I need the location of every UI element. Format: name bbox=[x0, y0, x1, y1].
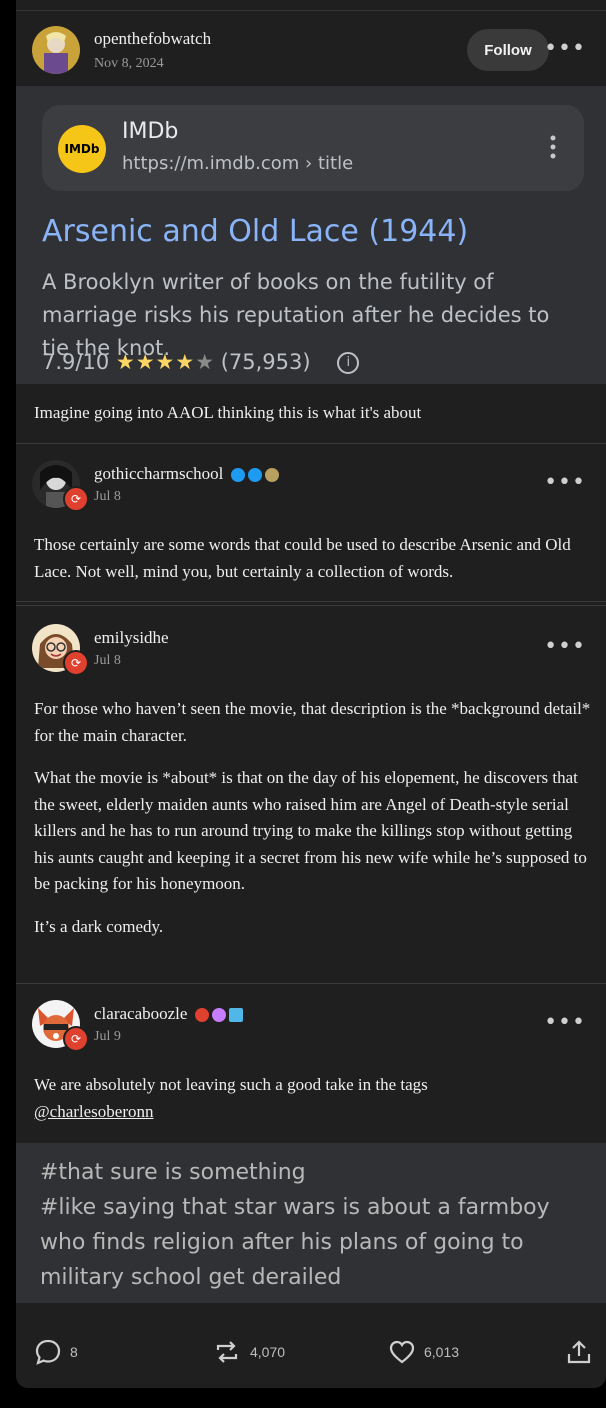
speech-bubble-icon bbox=[35, 1339, 61, 1365]
post-caption: Imagine going into AAOL thinking this is… bbox=[34, 403, 422, 422]
reblog-badge-icon: ⟳ bbox=[63, 486, 89, 512]
divider bbox=[16, 443, 606, 444]
search-result-rating: 7.9/10 ★★★★★ (75,953) i bbox=[42, 350, 360, 374]
search-result-title: Arsenic and Old Lace (1944) bbox=[42, 214, 469, 249]
reblog-body: We are absolutely not leaving such a goo… bbox=[34, 1072, 594, 1125]
heart-icon bbox=[389, 1340, 415, 1364]
source-url: https://m.imdb.com › title bbox=[122, 153, 354, 174]
search-result-source-card: IMDb IMDb https://m.imdb.com › title bbox=[42, 105, 584, 191]
verified-badge-icon bbox=[230, 468, 245, 483]
reblog-author[interactable]: claracaboozle bbox=[94, 1004, 243, 1024]
share-button[interactable] bbox=[566, 1338, 600, 1366]
reply-button[interactable]: 8 bbox=[34, 1338, 78, 1366]
tags-image[interactable]: #that sure is something #like saying tha… bbox=[16, 1143, 606, 1303]
rating-star-empty: ★ bbox=[195, 350, 215, 374]
reblog-date[interactable]: Jul 8 bbox=[94, 653, 121, 669]
verified-badge-icon bbox=[247, 468, 262, 483]
reblog-badge-icon: ⟳ bbox=[63, 1026, 89, 1052]
tags-list: #that sure is something #like saying tha… bbox=[40, 1155, 580, 1295]
reblog-paragraph: Those certainly are some words that coul… bbox=[34, 535, 571, 581]
tag-line: #that sure is something bbox=[40, 1160, 306, 1185]
post-card: openthefobwatch Nov 8, 2024 Follow ••• I… bbox=[16, 0, 606, 1388]
purple-badge-icon bbox=[211, 1008, 226, 1023]
rating-votes: (75,953) bbox=[220, 350, 311, 374]
info-icon: i bbox=[337, 352, 360, 374]
follow-button[interactable]: Follow bbox=[467, 29, 549, 71]
reblog-header: ⟳ emilysidhe Jul 8 bbox=[16, 624, 606, 684]
reblog-body: For those who haven’t seen the movie, th… bbox=[34, 696, 594, 956]
reblog-icon bbox=[216, 1341, 238, 1363]
reblog-author-name[interactable]: gothiccharmschool bbox=[94, 464, 223, 483]
reblog-header: ⟳ gothiccharmschool Jul 8 bbox=[16, 460, 606, 520]
reblog-badge-icon: ⟳ bbox=[63, 650, 89, 676]
reblog-paragraph: It’s a dark comedy. bbox=[34, 916, 164, 936]
reblog-paragraph: For those who haven’t seen the movie, th… bbox=[34, 699, 591, 745]
rating-stars: ★★★★ bbox=[115, 350, 196, 374]
post-footer: 8 4,070 6,013 bbox=[16, 1304, 606, 1388]
more-options-button[interactable]: ••• bbox=[544, 1010, 586, 1035]
reblog-author[interactable]: gothiccharmschool bbox=[94, 464, 279, 484]
reblog-button[interactable]: 4,070 bbox=[212, 1338, 285, 1366]
reply-count: 8 bbox=[70, 1344, 78, 1360]
red-badge-icon bbox=[194, 1008, 209, 1023]
reblog-date[interactable]: Jul 9 bbox=[94, 1029, 121, 1045]
divider bbox=[16, 605, 606, 606]
divider bbox=[16, 601, 606, 602]
reblog-date[interactable]: Jul 8 bbox=[94, 489, 121, 505]
rating-score: 7.9/10 bbox=[42, 350, 110, 374]
like-count: 6,013 bbox=[424, 1344, 460, 1360]
post-date[interactable]: Nov 8, 2024 bbox=[94, 56, 164, 72]
source-site-name: IMDb bbox=[122, 119, 179, 144]
share-icon bbox=[567, 1340, 591, 1364]
reblog-text: We are absolutely not leaving such a goo… bbox=[34, 1075, 428, 1094]
like-button[interactable]: 6,013 bbox=[388, 1338, 459, 1366]
reblog-header: ⟳ claracaboozle Jul 9 bbox=[16, 1000, 606, 1060]
top-divider bbox=[16, 10, 606, 11]
kebab-menu-icon bbox=[550, 135, 556, 159]
blue-badge-icon bbox=[228, 1008, 243, 1023]
avatar-openthefobwatch[interactable] bbox=[32, 26, 80, 74]
post-image[interactable]: IMDb IMDb https://m.imdb.com › title Ars… bbox=[16, 86, 606, 384]
post-author[interactable]: openthefobwatch bbox=[94, 29, 211, 49]
imdb-logo: IMDb bbox=[58, 125, 106, 173]
reblog-paragraph: What the movie is *about* is that on the… bbox=[34, 768, 587, 893]
reblog-author[interactable]: emilysidhe bbox=[94, 628, 169, 648]
tag-line: #like saying that star wars is about a f… bbox=[40, 1195, 550, 1290]
reblog-author-name[interactable]: claracaboozle bbox=[94, 1004, 187, 1023]
more-options-button[interactable]: ••• bbox=[544, 36, 586, 61]
divider bbox=[16, 983, 606, 984]
reblog-body: Those certainly are some words that coul… bbox=[34, 532, 594, 601]
reblog-count: 4,070 bbox=[250, 1344, 286, 1360]
more-options-button[interactable]: ••• bbox=[544, 470, 586, 495]
moon-badge-icon bbox=[264, 468, 279, 483]
mention-link[interactable]: @charlesoberonn bbox=[34, 1099, 594, 1126]
more-options-button[interactable]: ••• bbox=[544, 634, 586, 659]
